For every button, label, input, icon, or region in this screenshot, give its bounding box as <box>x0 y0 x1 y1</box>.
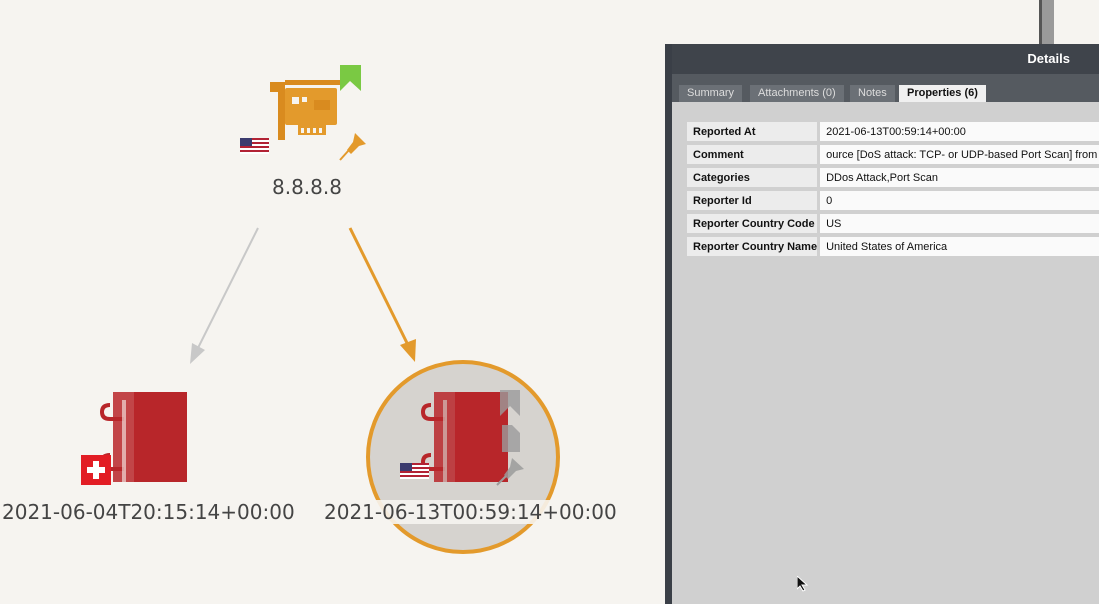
right-node-label-text: 2021-06-13T00:59:14+00:00 <box>322 500 619 524</box>
tab-notes[interactable]: Notes <box>850 85 895 102</box>
us-flag-icon <box>240 138 269 154</box>
details-title: Details <box>672 44 1099 74</box>
property-value[interactable]: 2021-06-13T00:59:14+00:00 <box>817 122 1099 141</box>
network-card-icon[interactable] <box>270 80 340 140</box>
bookmark-icon[interactable] <box>340 65 361 91</box>
us-flag-icon-right <box>400 463 429 479</box>
property-key: Reporter Country Name <box>687 237 818 256</box>
property-key: Comment <box>687 145 818 164</box>
property-value[interactable]: United States of America <box>817 237 1099 256</box>
property-key: Reported At <box>687 122 818 141</box>
tab-properties[interactable]: Properties (6) <box>899 85 986 102</box>
table-row: Reporter Id 0 <box>687 191 1099 210</box>
root-node-label[interactable]: 8.8.8.8 <box>272 175 342 199</box>
table-row: Categories DDos Attack,Port Scan <box>687 168 1099 187</box>
tab-summary[interactable]: Summary <box>679 85 743 102</box>
property-value[interactable]: DDos Attack,Port Scan <box>817 168 1099 187</box>
pin-icon[interactable] <box>339 133 366 161</box>
report-icon-left[interactable] <box>99 392 187 482</box>
property-value[interactable]: US <box>817 214 1099 233</box>
tab-attachments[interactable]: Attachments (0) <box>750 85 844 102</box>
edge-root-to-left[interactable] <box>190 227 259 364</box>
table-row: Comment ource [DoS attack: TCP- or UDP-b… <box>687 145 1099 164</box>
table-row: Reported At 2021-06-13T00:59:14+00:00 <box>687 122 1099 141</box>
mouse-cursor-icon <box>797 576 809 592</box>
details-tabs: Summary Attachments (0) Notes Properties… <box>672 74 1099 102</box>
property-value[interactable]: ource [DoS attack: TCP- or UDP-based Por… <box>817 145 1099 164</box>
left-node-label[interactable]: 2021-06-04T20:15:14+00:00 <box>2 500 295 524</box>
report-icon-right[interactable] <box>420 392 508 482</box>
table-row: Reporter Country Code US <box>687 214 1099 233</box>
property-key: Reporter Country Code <box>687 214 818 233</box>
property-key: Reporter Id <box>687 191 818 210</box>
properties-table: Reported At 2021-06-13T00:59:14+00:00 Co… <box>687 118 1099 260</box>
right-node-label[interactable]: 2021-06-13T00:59:14+00:00 <box>322 500 619 524</box>
table-row: Reporter Country Name United States of A… <box>687 237 1099 256</box>
property-value[interactable]: 0 <box>817 191 1099 210</box>
scrollbar[interactable] <box>1039 0 1054 44</box>
property-key: Categories <box>687 168 818 187</box>
swiss-flag-icon <box>81 455 111 485</box>
edge-root-to-right[interactable] <box>348 227 416 362</box>
